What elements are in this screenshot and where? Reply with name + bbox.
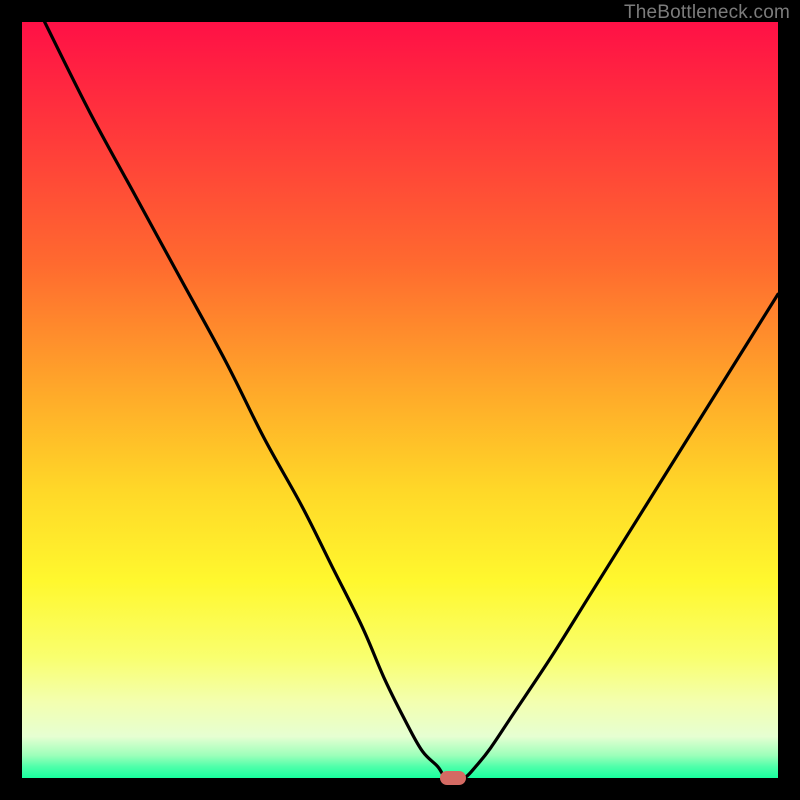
bottleneck-curve [22, 22, 778, 778]
optimal-point-marker [440, 771, 466, 785]
attribution-text: TheBottleneck.com [624, 2, 790, 24]
bottleneck-chart: TheBottleneck.com [0, 0, 800, 800]
plot-area [22, 22, 778, 778]
